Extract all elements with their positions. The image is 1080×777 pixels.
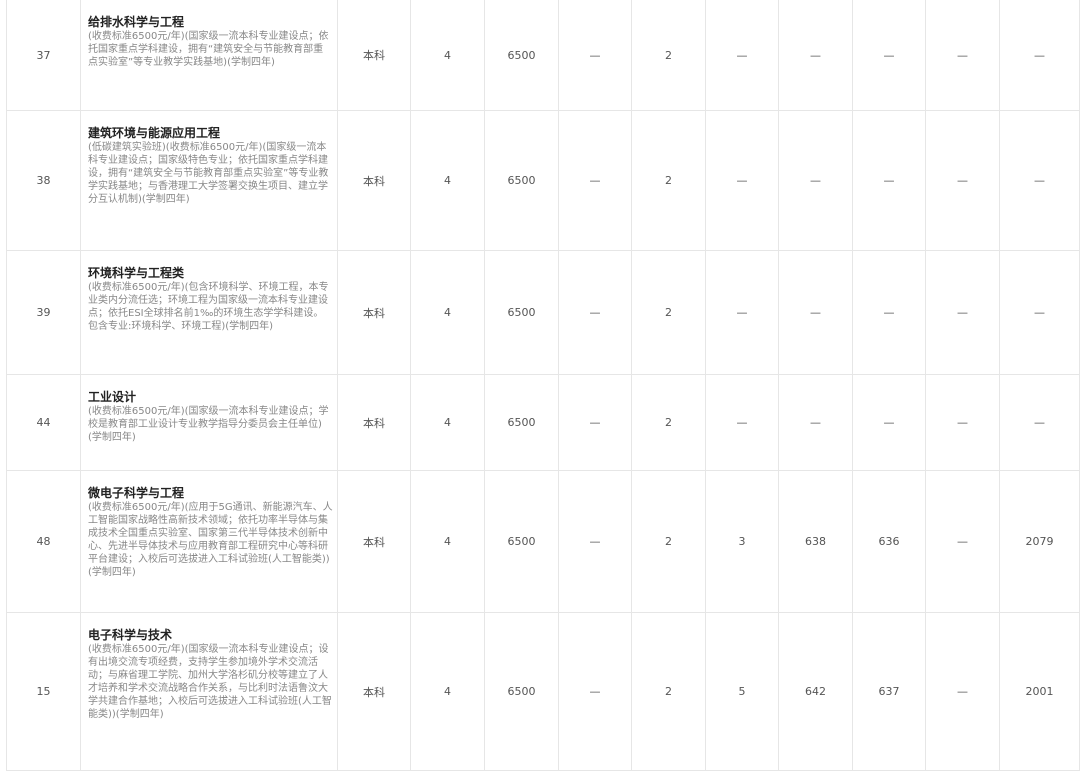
col-3-value: — bbox=[705, 250, 779, 375]
col-6-value: — bbox=[925, 250, 1000, 375]
col-4-value: — bbox=[778, 110, 853, 251]
col-2-value: 2 bbox=[631, 0, 706, 111]
col-5-value: 636 bbox=[852, 470, 926, 613]
tuition-fee: 6500 bbox=[484, 250, 559, 375]
col-6-value: — bbox=[925, 374, 1000, 471]
col-5-value: — bbox=[852, 110, 926, 251]
col-3-value: — bbox=[705, 110, 779, 251]
table-row: 38 建筑环境与能源应用工程 (低碳建筑实验班)(收费标准6500元/年)(国家… bbox=[6, 110, 1080, 251]
col-7-value: — bbox=[999, 250, 1080, 375]
col-7-value: 2001 bbox=[999, 612, 1080, 771]
major-description: (收费标准6500元/年)(国家级一流本科专业建设点；学校是教育部工业设计专业教… bbox=[88, 406, 329, 443]
study-years: 4 bbox=[410, 612, 485, 771]
col-7-value: — bbox=[999, 0, 1080, 111]
major-name: 建筑环境与能源应用工程 bbox=[88, 126, 221, 140]
col-4-value: — bbox=[778, 0, 853, 111]
tuition-fee: 6500 bbox=[484, 374, 559, 471]
col-1-value: — bbox=[558, 110, 632, 251]
study-years: 4 bbox=[410, 110, 485, 251]
col-6-value: — bbox=[925, 612, 1000, 771]
major-code: 15 bbox=[6, 612, 81, 771]
col-7-value: — bbox=[999, 374, 1080, 471]
col-4-value: 642 bbox=[778, 612, 853, 771]
education-level: 本科 bbox=[337, 0, 411, 111]
major-name: 微电子科学与工程 bbox=[88, 486, 185, 500]
study-years: 4 bbox=[410, 470, 485, 613]
major-name: 给排水科学与工程 bbox=[88, 15, 185, 29]
col-3-value: — bbox=[705, 374, 779, 471]
table-row: 48 微电子科学与工程 (收费标准6500元/年)(应用于5G通讯、新能源汽车、… bbox=[6, 470, 1080, 613]
study-years: 4 bbox=[410, 374, 485, 471]
major-code: 44 bbox=[6, 374, 81, 471]
col-5-value: — bbox=[852, 0, 926, 111]
admission-plan-table: 37 给排水科学与工程 (收费标准6500元/年)(国家级一流本科专业建设点；依… bbox=[6, 0, 1080, 771]
major-code: 39 bbox=[6, 250, 81, 375]
major-code: 38 bbox=[6, 110, 81, 251]
table-row: 37 给排水科学与工程 (收费标准6500元/年)(国家级一流本科专业建设点；依… bbox=[6, 0, 1080, 111]
col-3-value: — bbox=[705, 0, 779, 111]
col-6-value: — bbox=[925, 0, 1000, 111]
col-5-value: — bbox=[852, 374, 926, 471]
major-description: (收费标准6500元/年)(应用于5G通讯、新能源汽车、人工智能国家战略性高新技… bbox=[88, 502, 333, 578]
col-4-value: 638 bbox=[778, 470, 853, 613]
col-4-value: — bbox=[778, 374, 853, 471]
major-name: 工业设计 bbox=[88, 390, 137, 404]
col-3-value: 5 bbox=[705, 612, 779, 771]
col-3-value: 3 bbox=[705, 470, 779, 613]
major-description: (低碳建筑实验班)(收费标准6500元/年)(国家级一流本科专业建设点；国家级特… bbox=[88, 142, 329, 205]
tuition-fee: 6500 bbox=[484, 0, 559, 111]
major-cell: 建筑环境与能源应用工程 (低碳建筑实验班)(收费标准6500元/年)(国家级一流… bbox=[80, 110, 338, 251]
major-cell: 给排水科学与工程 (收费标准6500元/年)(国家级一流本科专业建设点；依托国家… bbox=[80, 0, 338, 111]
col-6-value: — bbox=[925, 470, 1000, 613]
major-cell: 环境科学与工程类 (收费标准6500元/年)(包含环境科学、环境工程，本专业类内… bbox=[80, 250, 338, 375]
study-years: 4 bbox=[410, 0, 485, 111]
col-2-value: 2 bbox=[631, 612, 706, 771]
major-code: 37 bbox=[6, 0, 81, 111]
major-description: (收费标准6500元/年)(国家级一流本科专业建设点；依托国家重点学科建设，拥有… bbox=[88, 31, 329, 68]
table-row: 39 环境科学与工程类 (收费标准6500元/年)(包含环境科学、环境工程，本专… bbox=[6, 250, 1080, 375]
tuition-fee: 6500 bbox=[484, 612, 559, 771]
col-1-value: — bbox=[558, 612, 632, 771]
education-level: 本科 bbox=[337, 374, 411, 471]
education-level: 本科 bbox=[337, 250, 411, 375]
major-code: 48 bbox=[6, 470, 81, 613]
col-7-value: — bbox=[999, 110, 1080, 251]
major-description: (收费标准6500元/年)(包含环境科学、环境工程，本专业类内分流任选；环境工程… bbox=[88, 282, 329, 332]
col-2-value: 2 bbox=[631, 374, 706, 471]
col-5-value: 637 bbox=[852, 612, 926, 771]
major-name: 环境科学与工程类 bbox=[88, 266, 185, 280]
education-level: 本科 bbox=[337, 612, 411, 771]
table-row: 44 工业设计 (收费标准6500元/年)(国家级一流本科专业建设点；学校是教育… bbox=[6, 374, 1080, 471]
major-cell: 微电子科学与工程 (收费标准6500元/年)(应用于5G通讯、新能源汽车、人工智… bbox=[80, 470, 338, 613]
tuition-fee: 6500 bbox=[484, 470, 559, 613]
col-6-value: — bbox=[925, 110, 1000, 251]
col-4-value: — bbox=[778, 250, 853, 375]
tuition-fee: 6500 bbox=[484, 110, 559, 251]
table-row: 15 电子科学与技术 (收费标准6500元/年)(国家级一流本科专业建设点；设有… bbox=[6, 612, 1080, 771]
col-5-value: — bbox=[852, 250, 926, 375]
col-1-value: — bbox=[558, 250, 632, 375]
major-name: 电子科学与技术 bbox=[88, 628, 173, 642]
education-level: 本科 bbox=[337, 110, 411, 251]
major-cell: 工业设计 (收费标准6500元/年)(国家级一流本科专业建设点；学校是教育部工业… bbox=[80, 374, 338, 471]
col-1-value: — bbox=[558, 470, 632, 613]
col-2-value: 2 bbox=[631, 110, 706, 251]
education-level: 本科 bbox=[337, 470, 411, 613]
study-years: 4 bbox=[410, 250, 485, 375]
col-1-value: — bbox=[558, 0, 632, 111]
major-cell: 电子科学与技术 (收费标准6500元/年)(国家级一流本科专业建设点；设有出境交… bbox=[80, 612, 338, 771]
col-2-value: 2 bbox=[631, 250, 706, 375]
col-2-value: 2 bbox=[631, 470, 706, 613]
col-1-value: — bbox=[558, 374, 632, 471]
col-7-value: 2079 bbox=[999, 470, 1080, 613]
major-description: (收费标准6500元/年)(国家级一流本科专业建设点；设有出境交流专项经费，支持… bbox=[88, 644, 332, 720]
